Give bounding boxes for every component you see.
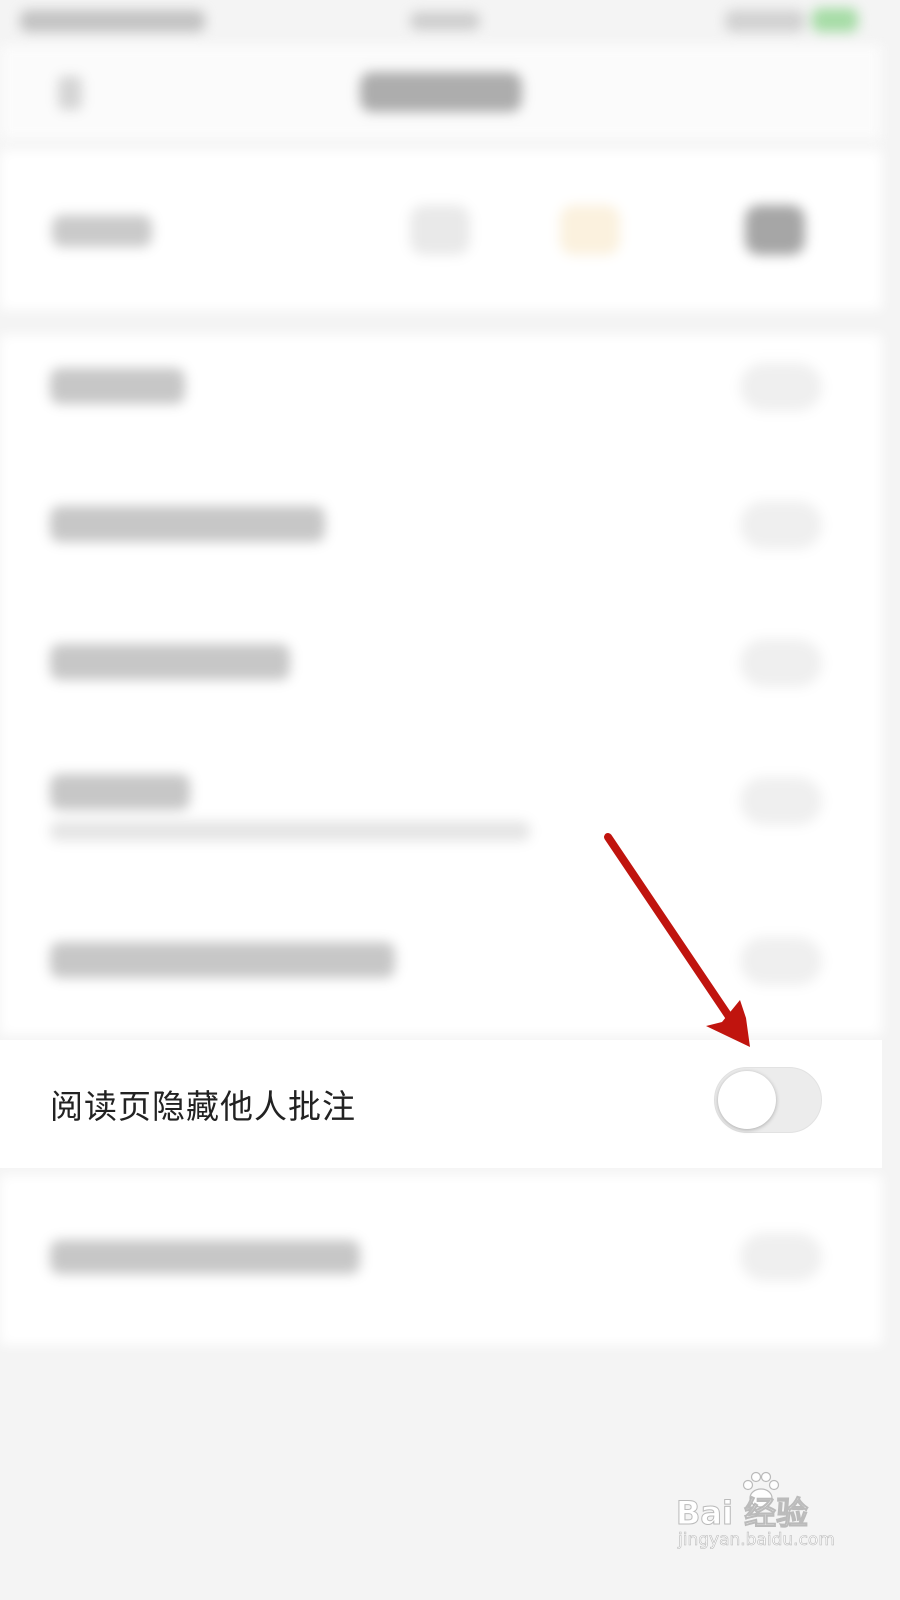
setting-label: 阅读页隐藏他人批注 <box>50 1087 356 1126</box>
battery-icon <box>812 8 858 32</box>
theme-label <box>52 215 152 247</box>
baidu-jingyan-watermark: Bai 经验 jingyan.baidu.com <box>675 1470 836 1560</box>
status-carrier <box>410 12 480 30</box>
blurred-lower-row <box>0 1175 882 1345</box>
setting-row-label <box>50 942 395 978</box>
setting-row-hide-others-annotations[interactable]: 阅读页隐藏他人批注 <box>0 1040 882 1168</box>
setting-row[interactable] <box>0 611 882 749</box>
setting-toggle[interactable] <box>740 501 822 549</box>
status-signal-icon <box>725 10 805 32</box>
blurred-background-region <box>0 0 882 1040</box>
setting-toggle[interactable] <box>740 777 822 825</box>
settings-screen: 阅读页隐藏他人批注 Bai 经验 jingyan.baidu.com <box>0 0 882 1568</box>
theme-selector-row <box>0 150 882 310</box>
status-bar <box>0 0 882 44</box>
watermark-brand: Bai 经验 <box>675 1494 809 1533</box>
setting-row-description <box>50 821 530 841</box>
toggle-knob <box>718 1071 776 1129</box>
setting-toggle[interactable] <box>740 1233 822 1281</box>
setting-row-label <box>50 644 290 680</box>
setting-row[interactable] <box>0 887 882 1025</box>
setting-toggle[interactable] <box>740 937 822 985</box>
setting-row-label <box>50 368 185 404</box>
theme-option-dark[interactable] <box>745 205 805 255</box>
settings-list <box>0 335 882 1035</box>
theme-option-warm[interactable] <box>560 205 620 255</box>
watermark-url: jingyan.baidu.com <box>678 1530 835 1551</box>
setting-row-label <box>50 774 190 810</box>
page-title <box>360 72 522 112</box>
status-time <box>20 10 205 32</box>
setting-row[interactable] <box>0 749 882 887</box>
setting-row[interactable] <box>0 335 882 473</box>
back-icon[interactable] <box>58 76 82 110</box>
nav-bar <box>0 44 882 140</box>
hide-annotations-toggle[interactable] <box>714 1067 822 1133</box>
setting-row[interactable] <box>0 473 882 611</box>
setting-toggle[interactable] <box>740 639 822 687</box>
theme-option-light[interactable] <box>410 205 470 255</box>
setting-row-label <box>50 1240 360 1274</box>
setting-toggle[interactable] <box>740 363 822 411</box>
setting-row-label <box>50 506 325 542</box>
